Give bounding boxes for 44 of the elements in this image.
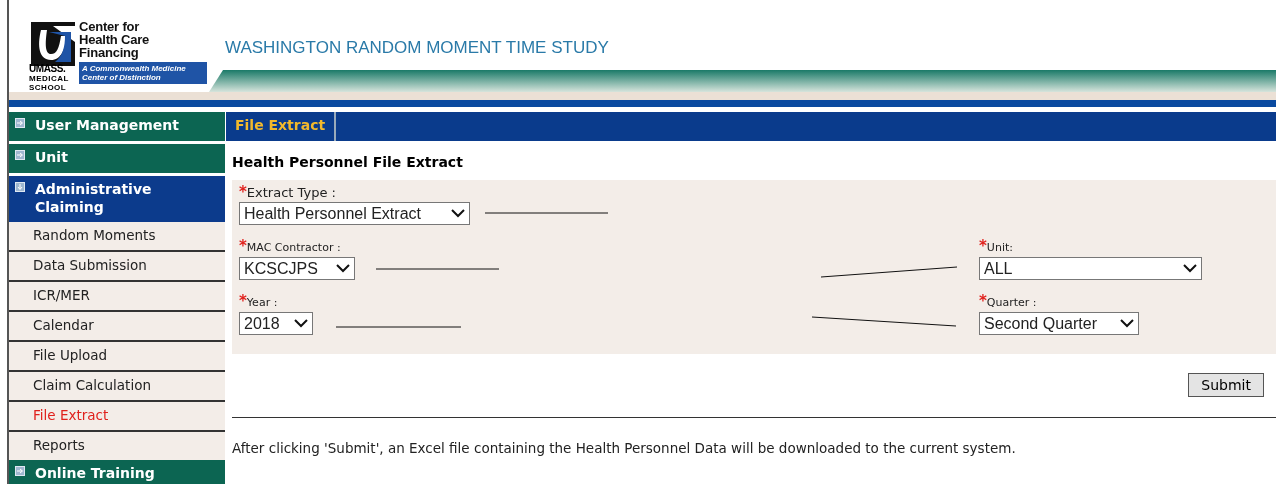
- sidebar-link[interactable]: File Upload: [9, 342, 225, 372]
- sidebar-link[interactable]: Claim Calculation: [9, 372, 225, 402]
- right-arrow-icon: [15, 118, 25, 128]
- chevron-down-icon: [336, 264, 350, 273]
- sidebar-link[interactable]: Reports: [9, 432, 225, 460]
- sidebar-link[interactable]: Data Submission: [9, 252, 225, 282]
- info-text: After clicking 'Submit', an Excel file containing the Health Personnel Data will be downloaded to the current system.: [232, 440, 1017, 456]
- chevron-down-icon: [1120, 319, 1134, 328]
- sidebar-link[interactable]: File Extract: [9, 402, 225, 432]
- chevron-down-icon: [451, 209, 465, 218]
- field-label: *Extract Type :: [239, 185, 336, 200]
- dropdown[interactable]: ALL: [979, 257, 1202, 280]
- sidebar-section[interactable]: Online Training: [9, 460, 225, 484]
- sidebar-link[interactable]: ICR/MER: [9, 282, 225, 312]
- site-title: WASHINGTON RANDOM MOMENT TIME STUDY: [225, 38, 609, 58]
- logo-tagline: A Commonwealth Medicine Center of Distinction: [79, 62, 207, 84]
- tab[interactable]: File Extract: [226, 112, 337, 141]
- dropdown[interactable]: 2018: [239, 312, 313, 335]
- logo-text: UMASS.: [29, 64, 67, 74]
- sidebar-link[interactable]: Calendar: [9, 312, 225, 342]
- dropdown[interactable]: Health Personnel Extract: [239, 202, 470, 225]
- field-label: *Quarter :: [979, 294, 1037, 310]
- right-arrow-icon: [15, 466, 25, 476]
- chevron-down-icon: [294, 319, 308, 328]
- university-logo-icon: [31, 22, 75, 66]
- field-label: *Unit:: [979, 239, 1013, 255]
- logo-text: Health Care: [79, 33, 150, 46]
- field-label: *MAC Contractor :: [239, 239, 341, 255]
- field-label: *Year :: [239, 294, 278, 310]
- submit-button[interactable]: Submit: [1188, 373, 1264, 397]
- sidebar-section[interactable]: Administrative Claiming: [9, 176, 225, 222]
- sidebar-section[interactable]: Unit: [9, 144, 225, 173]
- down-arrow-icon: [15, 182, 25, 192]
- dropdown[interactable]: KCSCJPS: [239, 257, 355, 280]
- logo-text: Financing: [79, 46, 140, 59]
- chevron-down-icon: [1183, 264, 1197, 273]
- logo-text: MEDICAL: [29, 74, 70, 83]
- sidebar-link[interactable]: Random Moments: [9, 222, 225, 252]
- dropdown[interactable]: Second Quarter: [979, 312, 1139, 335]
- right-arrow-icon: [15, 150, 25, 160]
- sidebar-section[interactable]: User Management: [9, 112, 225, 141]
- logo-text: SCHOOL: [29, 83, 68, 92]
- logo-text: Center for: [79, 20, 141, 33]
- form-title: Health Personnel File Extract: [232, 154, 464, 172]
